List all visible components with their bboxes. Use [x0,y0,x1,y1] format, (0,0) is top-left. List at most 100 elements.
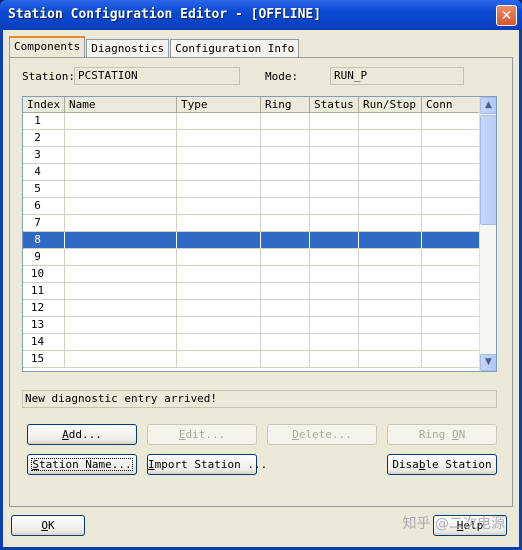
table-row[interactable]: 6 [23,198,481,215]
table-cell [261,266,310,283]
add-button[interactable]: Add... [27,424,137,445]
table-cell [65,130,177,147]
table-cell [177,181,261,198]
table-cell [310,113,359,130]
table-cell [261,130,310,147]
import-station-button[interactable]: Import Station ... [147,454,267,475]
row-index-cell: 4 [23,164,65,181]
table-cell [359,300,422,317]
column-header-conn[interactable]: Conn [422,97,481,113]
row-index-cell: 13 [23,317,65,334]
table-row[interactable]: 7 [23,215,481,232]
table-cell [310,283,359,300]
table-cell [310,266,359,283]
table-row[interactable]: 8 [23,232,481,249]
table-cell [177,147,261,164]
chevron-up-icon: ▲ [485,100,492,110]
close-button[interactable]: ✕ [496,5,517,26]
row-index-cell: 2 [23,130,65,147]
table-cell [310,351,359,368]
row-index-cell: 3 [23,147,65,164]
table-row[interactable]: 5 [23,181,481,198]
ring-on-button[interactable]: Ring ON [387,424,497,445]
table-row[interactable]: 3 [23,147,481,164]
components-table[interactable]: Index Name Type Ring Status Run/Stop Con… [22,96,497,372]
row-index-cell: 6 [23,198,65,215]
table-cell [422,300,481,317]
column-header-status[interactable]: Status [310,97,359,113]
table-cell [359,334,422,351]
table-cell [422,249,481,266]
table-row[interactable]: 13 [23,317,481,334]
table-cell [65,317,177,334]
table-cell [422,317,481,334]
table-cell [359,215,422,232]
table-row[interactable]: 11 [23,283,481,300]
table-cell [65,232,177,249]
ok-button[interactable]: OK [11,515,85,536]
edit-button[interactable]: Edit... [147,424,257,445]
column-header-type[interactable]: Type [177,97,261,113]
row-index-cell: 10 [23,266,65,283]
table-row[interactable]: 2 [23,130,481,147]
table-row[interactable]: 12 [23,300,481,317]
row-index-cell: 11 [23,283,65,300]
scroll-thumb[interactable] [480,115,496,225]
components-panel: Station: PCSTATION Mode: RUN_P Index Nam… [9,57,513,507]
table-row[interactable]: 14 [23,334,481,351]
tab-configuration-info[interactable]: Configuration Info [170,39,300,57]
table-cell [261,249,310,266]
title-bar[interactable]: Station Configuration Editor - [OFFLINE]… [0,0,522,30]
table-cell [65,113,177,130]
delete-button[interactable]: Delete... [267,424,377,445]
disable-station-button[interactable]: Disable Station [387,454,497,475]
row-index-cell: 14 [23,334,65,351]
table-body: 1 2 3 4 5 6 7 8 9 10 11 12 13 14 15 [23,113,481,368]
table-row[interactable]: 15 [23,351,481,368]
table-cell [261,164,310,181]
table-cell [65,351,177,368]
row-index-cell: 15 [23,351,65,368]
table-cell [261,113,310,130]
station-label: Station: [22,70,75,83]
mode-label: Mode: [265,70,299,83]
table-cell [310,215,359,232]
table-cell [177,249,261,266]
tab-diagnostics[interactable]: Diagnostics [86,39,170,57]
table-cell [261,198,310,215]
table-cell [177,113,261,130]
row-index-cell: 7 [23,215,65,232]
scroll-down-button[interactable]: ▼ [480,354,496,371]
table-cell [177,317,261,334]
column-header-ring[interactable]: Ring [261,97,310,113]
scroll-up-button[interactable]: ▲ [480,97,496,114]
table-row[interactable]: 9 [23,249,481,266]
vertical-scrollbar[interactable]: ▲ ▼ [479,97,496,371]
close-icon: ✕ [500,7,513,24]
column-header-name[interactable]: Name [65,97,177,113]
table-cell [359,266,422,283]
table-cell [177,283,261,300]
table-cell [65,334,177,351]
table-cell [65,164,177,181]
table-cell [177,334,261,351]
table-cell [359,317,422,334]
table-row[interactable]: 4 [23,164,481,181]
table-cell [261,300,310,317]
row-index-cell: 1 [23,113,65,130]
table-cell [65,198,177,215]
table-row[interactable]: 1 [23,113,481,130]
tab-components[interactable]: Components [9,36,86,57]
row-index-cell: 5 [23,181,65,198]
station-name-button[interactable]: Station Name... [27,454,137,475]
table-cell [177,351,261,368]
table-cell [65,147,177,164]
table-cell [310,164,359,181]
table-cell [310,181,359,198]
table-row[interactable]: 10 [23,266,481,283]
table-cell [177,164,261,181]
client-area: Components Diagnostics Configuration Inf… [3,30,519,547]
column-header-run-stop[interactable]: Run/Stop [359,97,422,113]
table-cell [261,215,310,232]
column-header-index[interactable]: Index [23,97,65,113]
